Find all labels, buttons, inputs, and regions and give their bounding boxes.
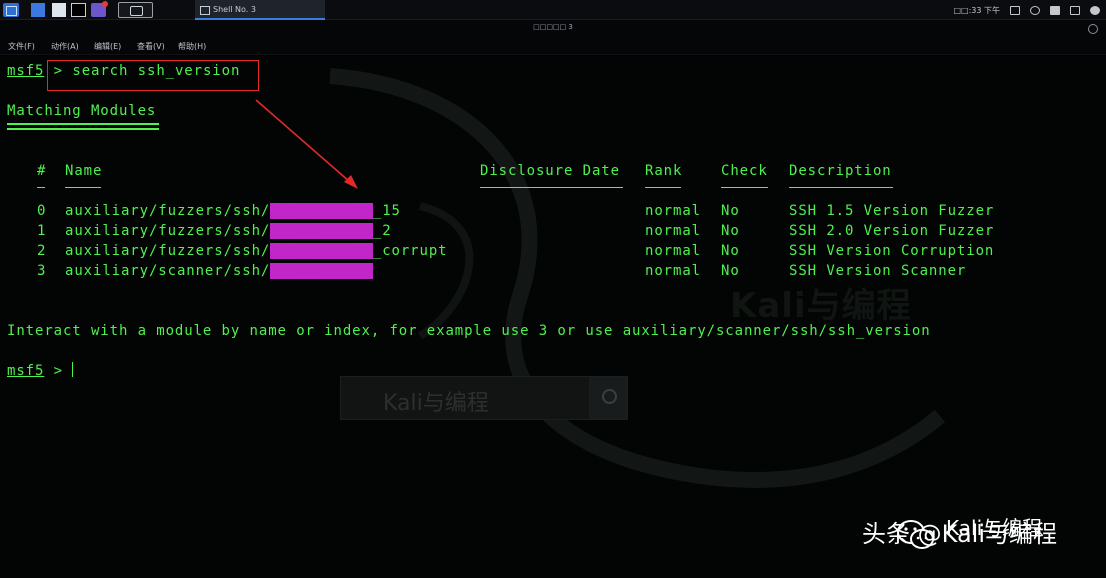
menu-bar: 文件(F) 动作(A) 编辑(E) 查看(V) 帮助(H)	[0, 38, 1106, 55]
menu-actions[interactable]: 动作(A)	[51, 41, 79, 52]
clock[interactable]: □□:33 下午	[953, 5, 1000, 16]
system-tray: □□:33 下午	[953, 0, 1100, 20]
close-icon[interactable]	[1088, 24, 1098, 34]
screen-icon[interactable]	[1010, 5, 1020, 15]
network-icon[interactable]	[1030, 5, 1040, 15]
terminal-area[interactable]: Kali与编程 Kali与编程 msf5 > search ssh_versio…	[0, 56, 1106, 578]
window-title: □□□□□ 3	[533, 23, 573, 31]
menu-help[interactable]: 帮助(H)	[178, 41, 206, 52]
menu-file[interactable]: 文件(F)	[8, 41, 35, 52]
battery-icon[interactable]	[1070, 5, 1080, 15]
show-desktop-icon[interactable]	[31, 3, 45, 17]
brand-handle: @Kali与编程	[917, 520, 1057, 548]
app-launcher-icon[interactable]	[91, 1, 108, 17]
power-icon[interactable]	[1090, 5, 1100, 15]
brand-prefix: 头条	[862, 520, 910, 548]
kali-menu-icon[interactable]	[3, 3, 19, 17]
menu-view[interactable]: 查看(V)	[137, 41, 165, 52]
taskbar-window-button[interactable]: Shell No. 3	[195, 0, 325, 20]
menu-edit[interactable]: 编辑(E)	[94, 41, 121, 52]
file-manager-icon[interactable]	[52, 3, 66, 17]
notification-icon[interactable]	[1050, 5, 1060, 15]
brand-watermark: 头条 @Kali与编程	[862, 514, 1057, 549]
workspace-switcher[interactable]	[118, 2, 153, 18]
annotation-arrow	[255, 99, 358, 189]
terminal-launcher-icon[interactable]	[71, 3, 86, 17]
taskbar-window-title: Shell No. 3	[213, 5, 256, 14]
top-panel: Shell No. 3 □□:33 下午	[0, 0, 1106, 20]
window-titlebar: □□□□□ 3	[0, 20, 1106, 38]
